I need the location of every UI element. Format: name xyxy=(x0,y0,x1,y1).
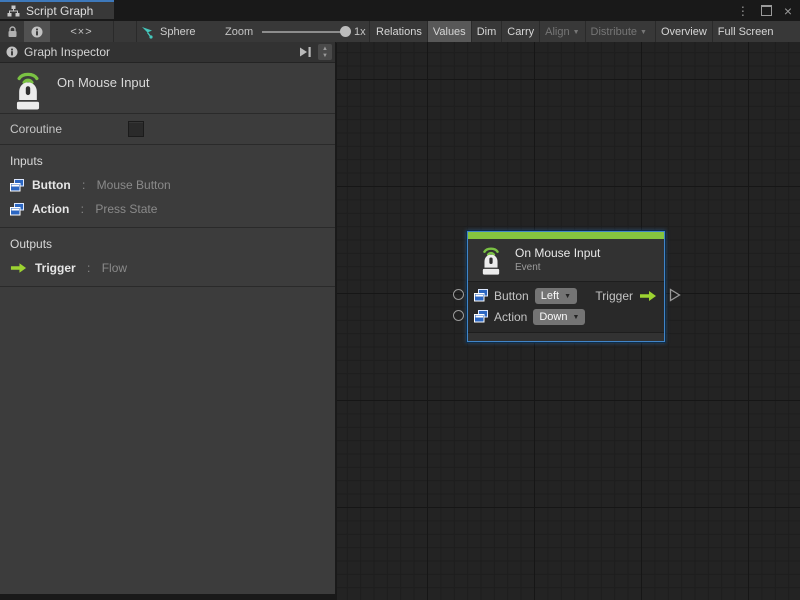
unit-header-section: On Mouse Input xyxy=(0,63,335,114)
code-view-button[interactable]: <×> xyxy=(50,21,113,42)
inspector-title: Graph Inspector xyxy=(24,45,110,59)
input-port-circle[interactable] xyxy=(453,289,464,300)
window-controls: ⋮ × xyxy=(737,0,792,21)
flow-arrow-icon xyxy=(639,290,657,302)
graph-owner-label: Sphere xyxy=(160,26,195,38)
value-port-icon xyxy=(10,179,24,192)
zoom-slider-handle[interactable] xyxy=(340,26,351,37)
graph-inspector-panel: Graph Inspector ▲ ▼ On Mouse Input Corou… xyxy=(0,42,336,594)
carry-button[interactable]: Carry xyxy=(501,21,539,42)
zoom-slider-track[interactable] xyxy=(262,31,346,33)
tab-script-graph[interactable]: Script Graph xyxy=(0,0,114,19)
trigger-output[interactable]: Trigger xyxy=(595,289,658,303)
value-port-icon xyxy=(10,203,24,216)
maximize-icon[interactable] xyxy=(761,5,772,16)
panel-stepper[interactable]: ▲ ▼ xyxy=(318,44,332,60)
lock-button[interactable] xyxy=(0,21,24,42)
info-icon xyxy=(31,26,43,38)
graph-toolbar: <×> Sphere Zoom 1x Relations Values Dim … xyxy=(0,21,800,43)
node-header: On Mouse Input Event xyxy=(468,239,664,282)
port-label: Button xyxy=(494,289,529,303)
coroutine-checkbox[interactable] xyxy=(128,121,144,137)
output-row: Trigger : Flow xyxy=(10,261,335,275)
graph-icon xyxy=(7,5,20,17)
flow-output-triangle[interactable] xyxy=(669,288,681,302)
node-subtitle: Event xyxy=(515,262,600,274)
value-port-icon xyxy=(474,310,488,323)
toolbar-buttons: Relations Values Dim Carry Align ▼ Distr… xyxy=(371,21,778,42)
info-icon xyxy=(6,46,18,58)
overview-button[interactable]: Overview xyxy=(655,21,712,42)
inputs-header: Inputs xyxy=(10,154,335,168)
trigger-label: Trigger xyxy=(595,289,633,303)
inspector-header: Graph Inspector ▲ ▼ xyxy=(0,42,335,63)
chevron-down-icon: ▼ xyxy=(564,293,571,300)
tab-bar: Script Graph ⋮ × xyxy=(0,0,800,21)
tab-title: Script Graph xyxy=(26,4,93,18)
outputs-section: Outputs Trigger : Flow xyxy=(0,228,335,287)
mouse-input-icon xyxy=(477,244,505,275)
mouse-input-icon xyxy=(9,68,47,110)
chevron-down-icon: ▼ xyxy=(573,29,580,36)
distribute-button[interactable]: Distribute ▼ xyxy=(585,21,652,42)
toolbar-divider xyxy=(136,21,137,42)
input-port-circle[interactable] xyxy=(453,310,464,321)
arrow-up-icon: ▲ xyxy=(322,46,328,52)
menu-kebab-icon[interactable]: ⋮ xyxy=(737,5,749,17)
node-accent-bar xyxy=(468,232,664,239)
zoom-value: 1x xyxy=(354,21,366,42)
port-row-action: Action Down ▼ xyxy=(474,306,658,327)
bolt-graph-icon xyxy=(140,25,154,39)
input-row: Button : Mouse Button xyxy=(10,178,335,192)
relations-button[interactable]: Relations xyxy=(371,21,427,42)
input-row: Action : Press State xyxy=(10,202,335,216)
outputs-header: Outputs xyxy=(10,237,335,251)
action-dropdown[interactable]: Down ▼ xyxy=(533,309,585,325)
align-button[interactable]: Align ▼ xyxy=(539,21,584,42)
graph-owner-breadcrumb[interactable]: Sphere xyxy=(140,21,195,42)
dock-panel-icon[interactable] xyxy=(298,46,312,58)
chevron-down-icon: ▼ xyxy=(640,29,647,36)
coroutine-row: Coroutine xyxy=(0,114,335,145)
toolbar-divider xyxy=(113,21,114,42)
event-node-on-mouse-input[interactable]: On Mouse Input Event Button Left ▼ Trigg… xyxy=(467,231,665,342)
toolbar-divider xyxy=(369,21,370,42)
full-screen-button[interactable]: Full Screen xyxy=(712,21,779,42)
node-footer xyxy=(468,332,664,341)
chevron-down-icon: ▼ xyxy=(572,314,579,321)
button-dropdown[interactable]: Left ▼ xyxy=(535,288,577,304)
arrow-down-icon: ▼ xyxy=(322,53,328,59)
values-button[interactable]: Values xyxy=(427,21,471,42)
port-row-button: Button Left ▼ Trigger xyxy=(474,285,658,306)
unit-title: On Mouse Input xyxy=(57,75,150,90)
flow-arrow-icon xyxy=(10,262,27,274)
node-title: On Mouse Input xyxy=(515,246,600,260)
zoom-label: Zoom xyxy=(225,21,253,42)
node-body: Button Left ▼ Trigger xyxy=(468,282,664,332)
lock-icon xyxy=(7,26,18,38)
value-port-icon xyxy=(474,289,488,302)
dim-button[interactable]: Dim xyxy=(471,21,502,42)
close-icon[interactable]: × xyxy=(784,4,792,18)
port-label: Action xyxy=(494,310,527,324)
inspector-toggle-button[interactable] xyxy=(24,21,50,42)
inputs-section: Inputs Button : Mouse Button Action : Pr… xyxy=(0,145,335,228)
coroutine-label: Coroutine xyxy=(10,122,62,136)
